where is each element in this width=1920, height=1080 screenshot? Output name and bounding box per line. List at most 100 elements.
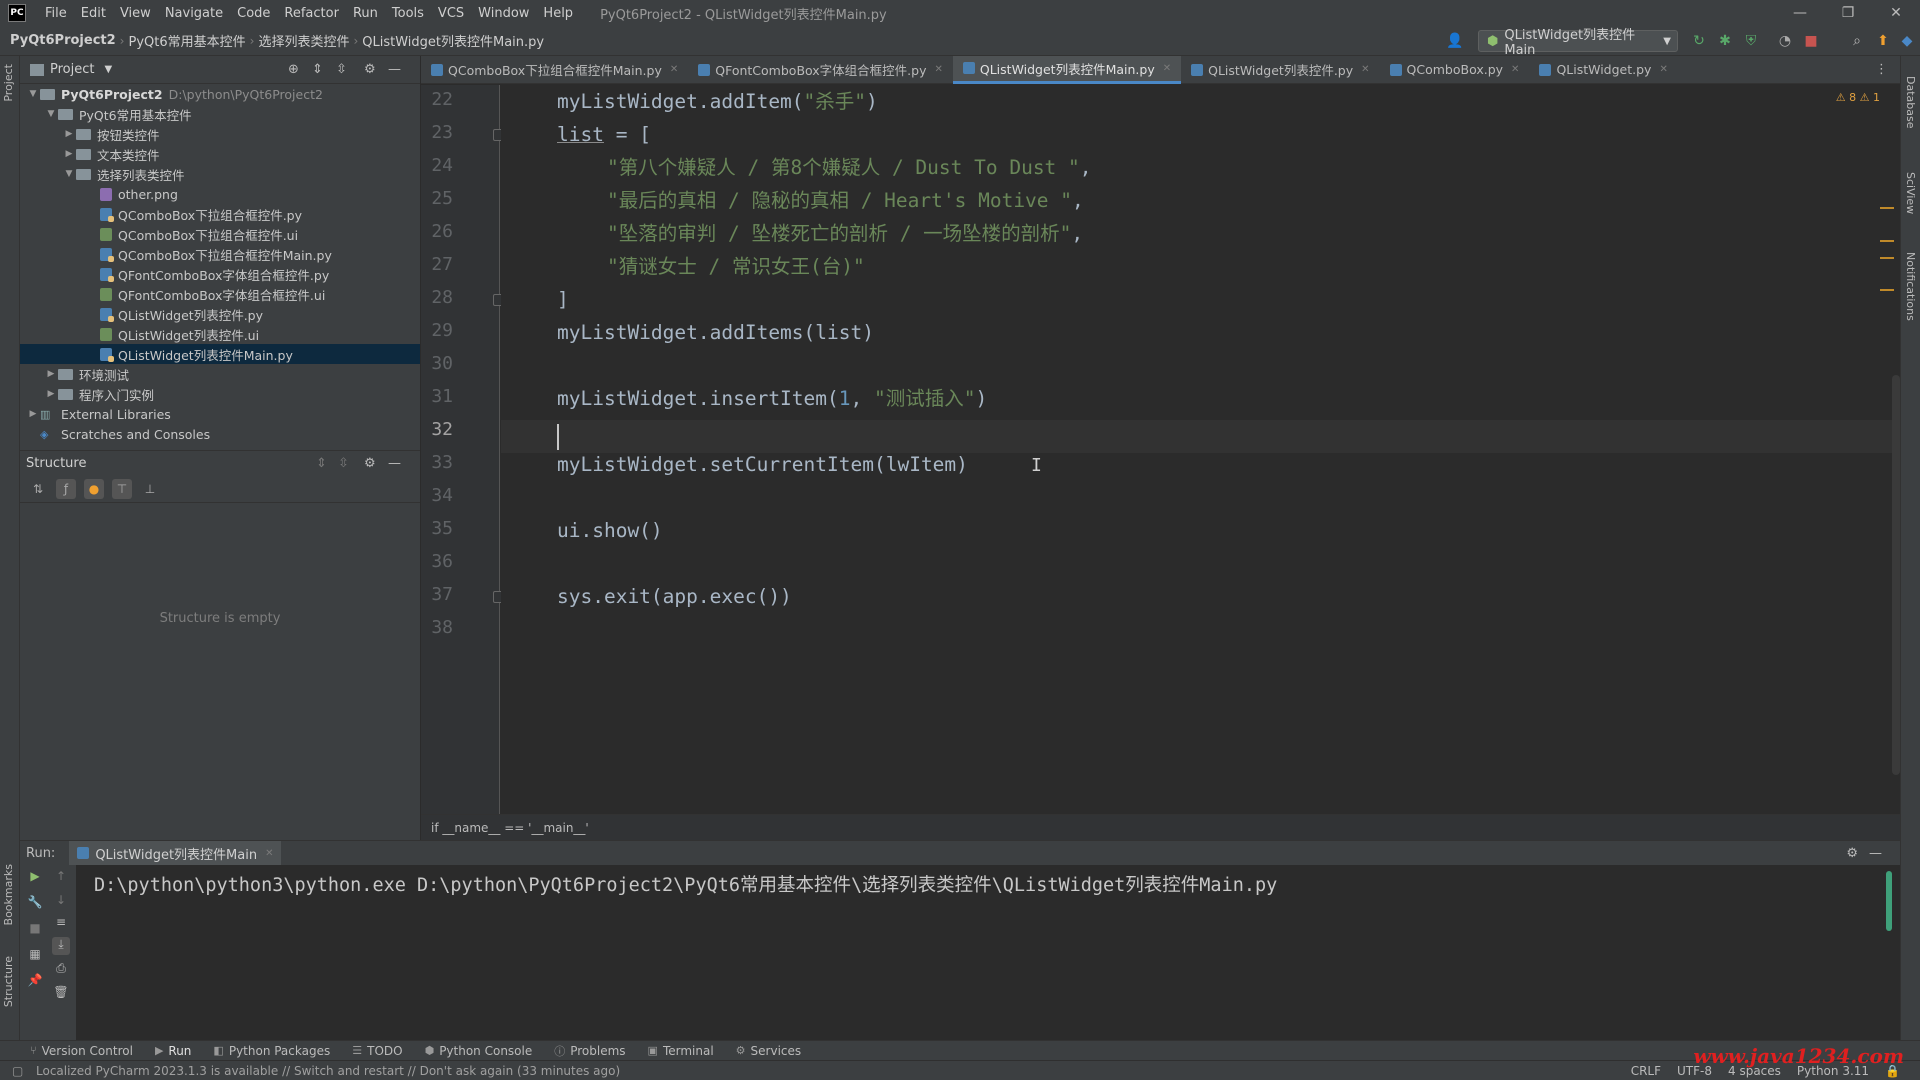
hide-icon[interactable]: —	[388, 62, 401, 77]
inspection-warnings[interactable]: ⚠ 8 ⚠ 1	[1836, 91, 1880, 104]
close-icon[interactable]: ✕	[1163, 63, 1171, 74]
project-tool-tab[interactable]: Project	[2, 64, 15, 102]
show-fields-icon[interactable]: ƒ	[56, 478, 76, 499]
breadcrumb-subfolder[interactable]: 选择列表类控件	[254, 31, 353, 50]
debug-icon[interactable]: ✱	[1716, 32, 1734, 50]
console-output[interactable]: D:\python\python3\python.exe D:\python\P…	[94, 871, 1277, 897]
rerun-icon[interactable]: ▶	[26, 869, 44, 887]
tree-item-file[interactable]: other.png	[20, 184, 420, 204]
restore-button[interactable]: ❐	[1824, 0, 1872, 26]
search-icon[interactable]: ⌕	[1848, 32, 1866, 50]
locate-icon[interactable]: ⊕	[288, 62, 299, 77]
chevron-down-icon[interactable]: ▼	[44, 109, 58, 119]
console-scrollbar[interactable]	[1886, 871, 1892, 931]
print-icon[interactable]: ⎙	[52, 961, 70, 979]
database-tool-tab[interactable]: Database	[1904, 76, 1917, 129]
tree-item-folder[interactable]: ▼ PyQt6常用基本控件	[20, 104, 420, 124]
notifications-tool-tab[interactable]: Notifications	[1904, 252, 1917, 321]
gear-icon[interactable]: ⚙	[1846, 846, 1858, 861]
breadcrumb-folder[interactable]: PyQt6常用基本控件	[124, 31, 249, 50]
chevron-right-icon[interactable]: ▶	[44, 389, 58, 399]
soft-wrap-icon[interactable]: ≡	[52, 915, 70, 933]
code-editor[interactable]: myListWidget.addItem("杀手") list = [ "第八个…	[501, 85, 1900, 814]
menu-edit[interactable]: Edit	[74, 6, 113, 21]
tool-python-console[interactable]: ⬢ Python Console	[425, 1044, 533, 1058]
run-tab[interactable]: QListWidget列表控件Main ✕	[69, 841, 282, 865]
tree-item-file[interactable]: QFontComboBox字体组合框控件.py	[20, 264, 420, 284]
vertical-scrollbar[interactable]	[1892, 375, 1900, 775]
sciview-tool-tab[interactable]: SciView	[1904, 172, 1917, 214]
chevron-down-icon[interactable]: ▼	[104, 64, 112, 75]
close-window-button[interactable]: ✕	[1872, 0, 1920, 26]
tree-item-folder[interactable]: ▶ 环境测试	[20, 364, 420, 384]
hide-icon[interactable]: —	[1869, 846, 1882, 861]
stop-icon[interactable]: ■	[1802, 32, 1820, 50]
line-separator-widget[interactable]: CRLF	[1631, 1064, 1661, 1078]
expand-all-icon[interactable]: ⇕	[312, 62, 323, 77]
chevron-right-icon[interactable]: ▶	[62, 149, 76, 159]
tab-qlistwidget-py[interactable]: QListWidget.py ✕	[1529, 56, 1677, 84]
tree-item-folder[interactable]: ▶ 按钮类控件	[20, 124, 420, 144]
gear-icon[interactable]: ⚙	[364, 62, 376, 77]
menu-window[interactable]: Window	[471, 6, 536, 21]
trash-icon[interactable]: 🗑	[52, 985, 70, 1003]
coverage-icon[interactable]: ⛨	[1742, 32, 1760, 50]
menu-run[interactable]: Run	[346, 6, 385, 21]
tree-item-external-libraries[interactable]: ▶ ▥ External Libraries	[20, 404, 420, 424]
tree-item-folder[interactable]: ▶ 文本类控件	[20, 144, 420, 164]
tree-item-file[interactable]: QComboBox下拉组合框控件Main.py	[20, 244, 420, 264]
tab-qlistwidget[interactable]: QListWidget列表控件.py ✕	[1181, 56, 1379, 84]
stop-icon[interactable]: ■	[26, 921, 44, 939]
chevron-right-icon[interactable]: ▶	[44, 369, 58, 379]
breadcrumb-file[interactable]: QListWidget列表控件Main.py	[358, 31, 548, 50]
tool-run[interactable]: ▶ Run	[155, 1044, 191, 1058]
pin-icon[interactable]: 📌	[26, 973, 44, 991]
close-icon[interactable]: ✕	[1511, 64, 1519, 75]
menu-refactor[interactable]: Refactor	[277, 6, 346, 21]
code-breadcrumb-item[interactable]: if __name__ == '__main__'	[431, 821, 589, 835]
project-panel-title[interactable]: Project	[50, 62, 94, 77]
warning-stripe-marker[interactable]	[1880, 207, 1894, 209]
menu-view[interactable]: View	[113, 6, 158, 21]
close-icon[interactable]: ✕	[670, 64, 678, 75]
tab-qlistwidget-main[interactable]: QListWidget列表控件Main.py ✕	[952, 55, 1182, 84]
tool-terminal[interactable]: ▣ Terminal	[648, 1044, 714, 1058]
menu-tools[interactable]: Tools	[385, 6, 431, 21]
tree-item-scratches[interactable]: ◈ Scratches and Consoles	[20, 424, 420, 444]
tool-version-control[interactable]: ⑂ Version Control	[30, 1044, 133, 1058]
more-tabs-icon[interactable]: ⋮	[1875, 62, 1888, 77]
tree-item-file[interactable]: QListWidget列表控件.py	[20, 304, 420, 324]
chevron-right-icon[interactable]: ▶	[26, 409, 40, 419]
tree-item-folder[interactable]: ▶ 程序入门实例	[20, 384, 420, 404]
tree-item-file[interactable]: QComboBox下拉组合框控件.py	[20, 204, 420, 224]
sort-alphabetically-icon[interactable]: ⇅	[28, 479, 48, 499]
run-configuration-select[interactable]: ⬢ QListWidget列表控件Main ▼	[1478, 28, 1678, 58]
chevron-down-icon[interactable]: ▼	[62, 169, 76, 179]
bookmarks-tool-tab[interactable]: Bookmarks	[2, 864, 15, 925]
tree-item-folder[interactable]: ▼ 选择列表类控件	[20, 164, 420, 184]
chevron-right-icon[interactable]: ▶	[62, 129, 76, 139]
close-icon[interactable]: ✕	[1659, 64, 1667, 75]
tree-item-project-root[interactable]: ▼ PyQt6Project2 D:\python\PyQt6Project2	[20, 84, 420, 104]
tree-item-file[interactable]: QListWidget列表控件.ui	[20, 324, 420, 344]
layout-icon[interactable]: ▦	[26, 947, 44, 965]
menu-vcs[interactable]: VCS	[431, 6, 471, 21]
hide-icon[interactable]: —	[388, 456, 401, 471]
tab-qcombobox-main[interactable]: QComboBox下拉组合框控件Main.py ✕	[421, 56, 688, 84]
expand-icon[interactable]: ⊤	[112, 478, 132, 499]
rerun-icon[interactable]: ↻	[1690, 32, 1708, 50]
arrow-up-icon[interactable]: ↑	[52, 869, 70, 887]
chevron-down-icon[interactable]: ▼	[26, 89, 40, 99]
show-inherited-icon[interactable]: ●	[84, 478, 104, 499]
tree-item-file[interactable]: QFontComboBox字体组合框控件.ui	[20, 284, 420, 304]
tool-python-packages[interactable]: ◧ Python Packages	[213, 1044, 330, 1058]
tool-services[interactable]: ⚙ Services	[736, 1044, 801, 1058]
tool-todo[interactable]: ☰ TODO	[352, 1044, 402, 1058]
status-toggle-icon[interactable]: ▢	[12, 1064, 23, 1078]
status-message[interactable]: Localized PyCharm 2023.1.3 is available …	[36, 1064, 620, 1078]
minimize-button[interactable]: —	[1776, 0, 1824, 26]
menu-navigate[interactable]: Navigate	[158, 6, 230, 21]
scroll-to-end-icon[interactable]: ⤓	[52, 937, 70, 955]
tool-problems[interactable]: ⓘ Problems	[554, 1043, 625, 1059]
warning-stripe-marker[interactable]	[1880, 240, 1894, 242]
